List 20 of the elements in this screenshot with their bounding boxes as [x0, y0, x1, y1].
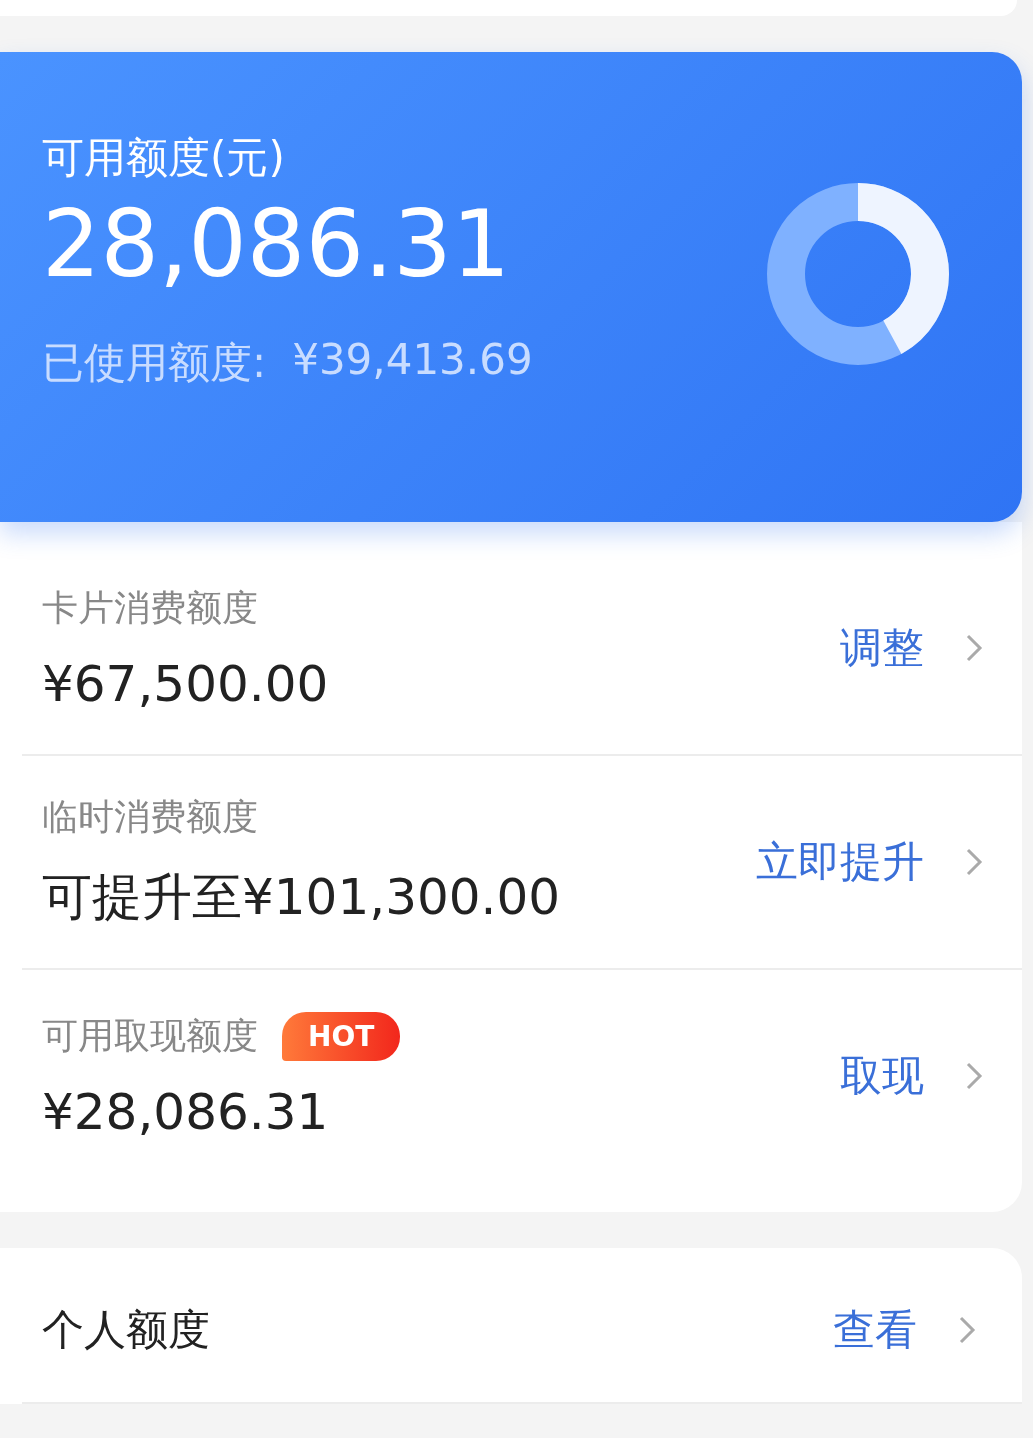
- personal-limit-label: 个人额度: [42, 1304, 211, 1356]
- used-limit-amount: ¥39,413.69: [292, 335, 533, 387]
- used-limit-label: 已使用额度:: [42, 337, 267, 390]
- limit-value: ¥67,500.00: [42, 654, 330, 713]
- action-link[interactable]: 调整: [840, 620, 924, 676]
- chevron-right-icon[interactable]: [957, 1314, 977, 1346]
- limit-value: 可提升至¥101,300.00: [42, 867, 562, 928]
- limit-label: 临时消费额度: [42, 795, 258, 839]
- available-limit-amount: 28,086.31: [42, 194, 512, 296]
- chevron-right-icon[interactable]: [964, 846, 984, 878]
- action-link[interactable]: 取现: [840, 1048, 924, 1104]
- available-limit-label: 可用额度(元): [42, 132, 286, 184]
- chevron-right-icon[interactable]: [964, 1060, 984, 1092]
- limit-label: 卡片消费额度: [42, 585, 258, 630]
- hot-badge: HOT: [282, 1011, 401, 1061]
- action-link[interactable]: 立即提升: [756, 834, 924, 890]
- chevron-right-icon[interactable]: [964, 632, 984, 664]
- view-link[interactable]: 查看: [833, 1302, 917, 1358]
- limit-value: ¥28,086.31: [42, 1082, 330, 1141]
- limit-label: 可用取现额度: [42, 1013, 258, 1058]
